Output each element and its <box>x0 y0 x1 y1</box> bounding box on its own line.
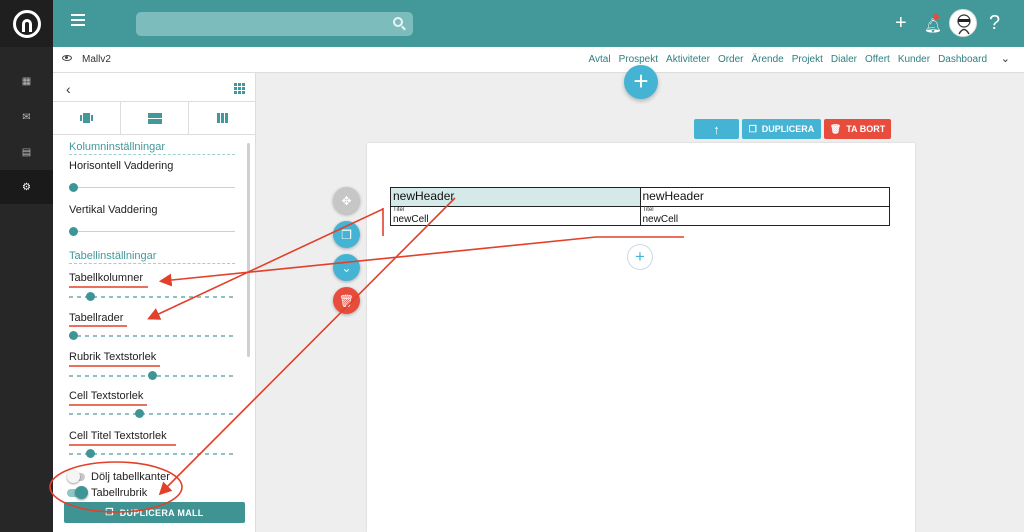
header-textsize-label: Rubrik Textstorlek <box>69 351 157 363</box>
settings-gear-icon[interactable]: ⚙ <box>0 170 53 204</box>
trash-icon: 🗑︎ <box>829 123 842 134</box>
hide-borders-toggle-row[interactable]: Dölj tabellkanter <box>67 470 170 484</box>
move-down-button[interactable]: ⌄ <box>333 254 360 281</box>
calendar-icon[interactable]: ▦ <box>0 64 53 98</box>
table-header-toggle[interactable] <box>67 486 88 499</box>
module-link[interactable]: Offert <box>865 54 890 65</box>
apps-grid-icon[interactable] <box>234 83 245 94</box>
horizontal-padding-label: Horisontell Vaddering <box>69 160 174 172</box>
mail-icon[interactable]: ✉ <box>0 100 53 134</box>
notification-badge <box>933 14 939 20</box>
template-sub-bar: Mallv2 Avtal Prospekt Aktiviteter Order … <box>53 47 1024 73</box>
module-link[interactable]: Dialer <box>831 54 857 65</box>
duplicate-template-label: DUPLICERA MALL <box>119 507 204 518</box>
top-bar: + 🔔︎ ? <box>53 0 1024 47</box>
hide-borders-label: Dölj tabellkanter <box>91 471 170 483</box>
table-header-row: newHeader newHeader <box>390 187 890 207</box>
column-settings-heading: Kolumninställningar <box>69 141 235 155</box>
app-logo[interactable] <box>0 0 53 47</box>
template-table[interactable]: newHeader newHeader Titel newCell Titel … <box>390 187 890 226</box>
template-page[interactable]: newHeader newHeader Titel newCell Titel … <box>367 143 915 532</box>
search-icon <box>393 17 403 27</box>
module-link[interactable]: Avtal <box>589 54 611 65</box>
copy-icon: ❐ <box>748 123 757 134</box>
table-rows-slider[interactable] <box>69 331 235 341</box>
cell-title-textsize-slider[interactable] <box>69 449 235 459</box>
header-textsize-slider[interactable] <box>69 371 235 381</box>
table-header-cell[interactable]: newHeader <box>639 187 890 207</box>
tab-layout-rows[interactable] <box>121 102 189 134</box>
hide-borders-toggle[interactable] <box>67 470 85 483</box>
search-input[interactable] <box>136 12 413 36</box>
move-up-button[interactable]: ↑ <box>694 119 739 139</box>
module-link[interactable]: Kunder <box>898 54 930 65</box>
table-cell[interactable]: Titel newCell <box>639 206 890 226</box>
module-links: Avtal Prospekt Aktiviteter Order Ärende … <box>589 54 988 65</box>
add-section-button[interactable]: + <box>624 65 658 99</box>
table-header-label: Tabellrubrik <box>91 487 148 499</box>
preview-eye-icon[interactable] <box>62 55 72 61</box>
chevron-down-icon: ⌄ <box>341 260 352 275</box>
arrow-up-icon: ↑ <box>713 121 720 137</box>
module-link[interactable]: Dashboard <box>938 54 987 65</box>
chevron-down-icon[interactable]: ⌄ <box>1001 52 1010 65</box>
copy-block-button[interactable]: ❐ <box>333 221 360 248</box>
add-icon[interactable]: + <box>895 12 907 34</box>
trash-icon: 🗑︎ <box>338 293 355 308</box>
vertical-padding-slider[interactable] <box>69 227 235 237</box>
move-arrows-icon: ✥ <box>341 193 352 208</box>
table-header-toggle-row[interactable]: Tabellrubrik <box>67 486 147 500</box>
left-navigation: ▦ ✉ ▤ ⚙ <box>0 0 53 532</box>
layout-tabs <box>53 101 256 135</box>
settings-panel: ‹ Kolumninställningar Horisontell Vadder… <box>53 73 256 532</box>
delete-button[interactable]: 🗑︎ TA BORT <box>824 119 891 139</box>
back-chevron-icon[interactable]: ‹ <box>66 81 71 97</box>
help-icon[interactable]: ? <box>989 12 1000 34</box>
cell-title: Titel <box>393 207 405 213</box>
module-link[interactable]: Prospekt <box>619 54 658 65</box>
cell-textsize-label: Cell Textstorlek <box>69 390 144 402</box>
template-name: Mallv2 <box>82 54 111 65</box>
module-link[interactable]: Aktiviteter <box>666 54 710 65</box>
table-columns-slider[interactable] <box>69 292 235 302</box>
table-columns-label: Tabellkolumner <box>69 272 143 284</box>
copy-icon: ❐ <box>341 227 352 242</box>
duplicate-template-button[interactable]: ❐ DUPLICERA MALL <box>64 502 245 523</box>
table-header-cell[interactable]: newHeader <box>390 187 641 207</box>
add-block-button[interactable]: + <box>627 244 653 270</box>
cell-textsize-slider[interactable] <box>69 409 235 419</box>
table-rows-label: Tabellrader <box>69 312 124 324</box>
horizontal-padding-slider[interactable] <box>69 183 235 193</box>
hamburger-menu-icon[interactable] <box>71 14 85 28</box>
table-row: Titel newCell Titel newCell <box>390 206 890 226</box>
template-canvas: + ↑ ❐ DUPLICERA 🗑︎ TA BORT newHeader new… <box>256 65 1024 532</box>
delete-label: TA BORT <box>846 124 886 134</box>
user-avatar[interactable] <box>949 9 977 37</box>
tab-layout-columns[interactable] <box>189 102 256 134</box>
module-link[interactable]: Projekt <box>792 54 823 65</box>
panel-scrollbar[interactable] <box>247 143 250 357</box>
cell-value: newCell <box>393 214 429 225</box>
table-settings-heading: Tabellinställningar <box>69 250 235 264</box>
copy-icon: ❐ <box>105 507 114 517</box>
table-cell[interactable]: Titel newCell <box>390 206 641 226</box>
module-link[interactable]: Order <box>718 54 744 65</box>
move-handle-button[interactable]: ✥ <box>333 187 360 214</box>
module-link[interactable]: Ärende <box>752 54 784 65</box>
cell-value: newCell <box>642 214 679 225</box>
tab-layout-carousel[interactable] <box>53 102 121 134</box>
duplicate-label: DUPLICERA <box>761 124 815 134</box>
duplicate-button[interactable]: ❐ DUPLICERA <box>742 119 821 139</box>
delete-block-button[interactable]: 🗑︎ <box>333 287 360 314</box>
vertical-padding-label: Vertikal Vaddering <box>69 204 158 216</box>
document-icon[interactable]: ▤ <box>0 135 53 169</box>
cell-title-textsize-label: Cell Titel Textstorlek <box>69 430 167 442</box>
cell-title: Titel <box>642 207 654 213</box>
